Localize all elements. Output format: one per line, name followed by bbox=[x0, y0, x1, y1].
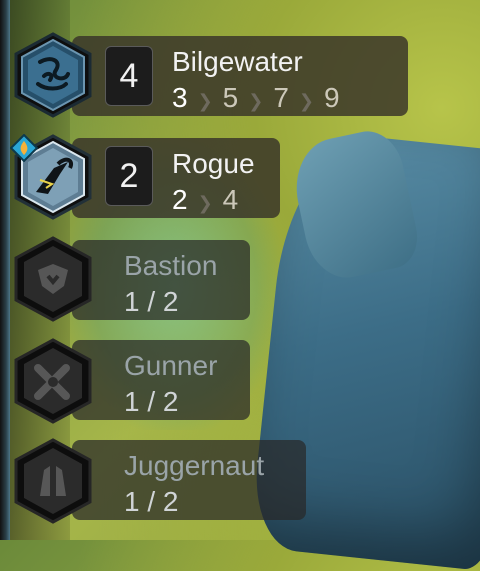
tier-separator-icon: ❯ bbox=[197, 91, 213, 111]
juggernaut-icon bbox=[14, 438, 92, 524]
tier-value: 5 bbox=[222, 82, 239, 113]
tier-value: 9 bbox=[324, 82, 340, 113]
trait-count: 2 bbox=[105, 146, 153, 206]
tier-value: 4 bbox=[222, 184, 239, 215]
tier-separator-icon: ❯ bbox=[298, 91, 315, 111]
trait-row-bastion[interactable]: Bastion 1 / 2 bbox=[10, 236, 410, 322]
trait-hex-juggernaut[interactable] bbox=[10, 438, 96, 524]
fire-gem-icon bbox=[10, 134, 38, 162]
tier-value: 3 bbox=[172, 82, 188, 113]
trait-hex-gunner[interactable] bbox=[10, 338, 96, 424]
screen-edge bbox=[0, 0, 10, 540]
trait-progress: 1 / 2 bbox=[124, 286, 179, 317]
trait-tiers: 3 ❯ 5 ❯ 7 ❯ 9 bbox=[172, 82, 340, 114]
trait-row-gunner[interactable]: Gunner 1 / 2 bbox=[10, 338, 410, 424]
trait-count: 4 bbox=[105, 46, 153, 106]
trait-name: Rogue bbox=[172, 148, 255, 179]
trait-hex-bastion[interactable] bbox=[10, 236, 96, 322]
trait-name: Juggernaut bbox=[124, 450, 265, 481]
tier-value: 7 bbox=[273, 82, 289, 113]
trait-hex-bilgewater[interactable] bbox=[10, 32, 96, 118]
trait-row-juggernaut[interactable]: Juggernaut 1 / 2 bbox=[10, 438, 410, 524]
trait-row-bilgewater[interactable]: 4 Bilgewater 3 ❯ 5 ❯ 7 ❯ 9 bbox=[10, 32, 410, 118]
trait-progress: 1 / 2 bbox=[124, 386, 179, 417]
tier-separator-icon: ❯ bbox=[197, 193, 213, 213]
trait-progress: 1 / 2 bbox=[124, 486, 179, 517]
trait-name: Bilgewater bbox=[172, 46, 303, 77]
trait-hex-rogue[interactable] bbox=[10, 134, 96, 220]
bastion-icon bbox=[14, 236, 92, 322]
trait-name: Bastion bbox=[124, 250, 218, 281]
trait-tiers: 2 ❯ 4 bbox=[172, 184, 238, 216]
trait-name: Gunner bbox=[124, 350, 218, 381]
trait-row-rogue[interactable]: 2 Rogue 2 ❯ 4 bbox=[10, 134, 410, 220]
gunner-icon bbox=[14, 338, 92, 424]
bilgewater-icon bbox=[14, 32, 92, 118]
tier-value: 2 bbox=[172, 184, 188, 215]
tier-separator-icon: ❯ bbox=[248, 91, 264, 111]
